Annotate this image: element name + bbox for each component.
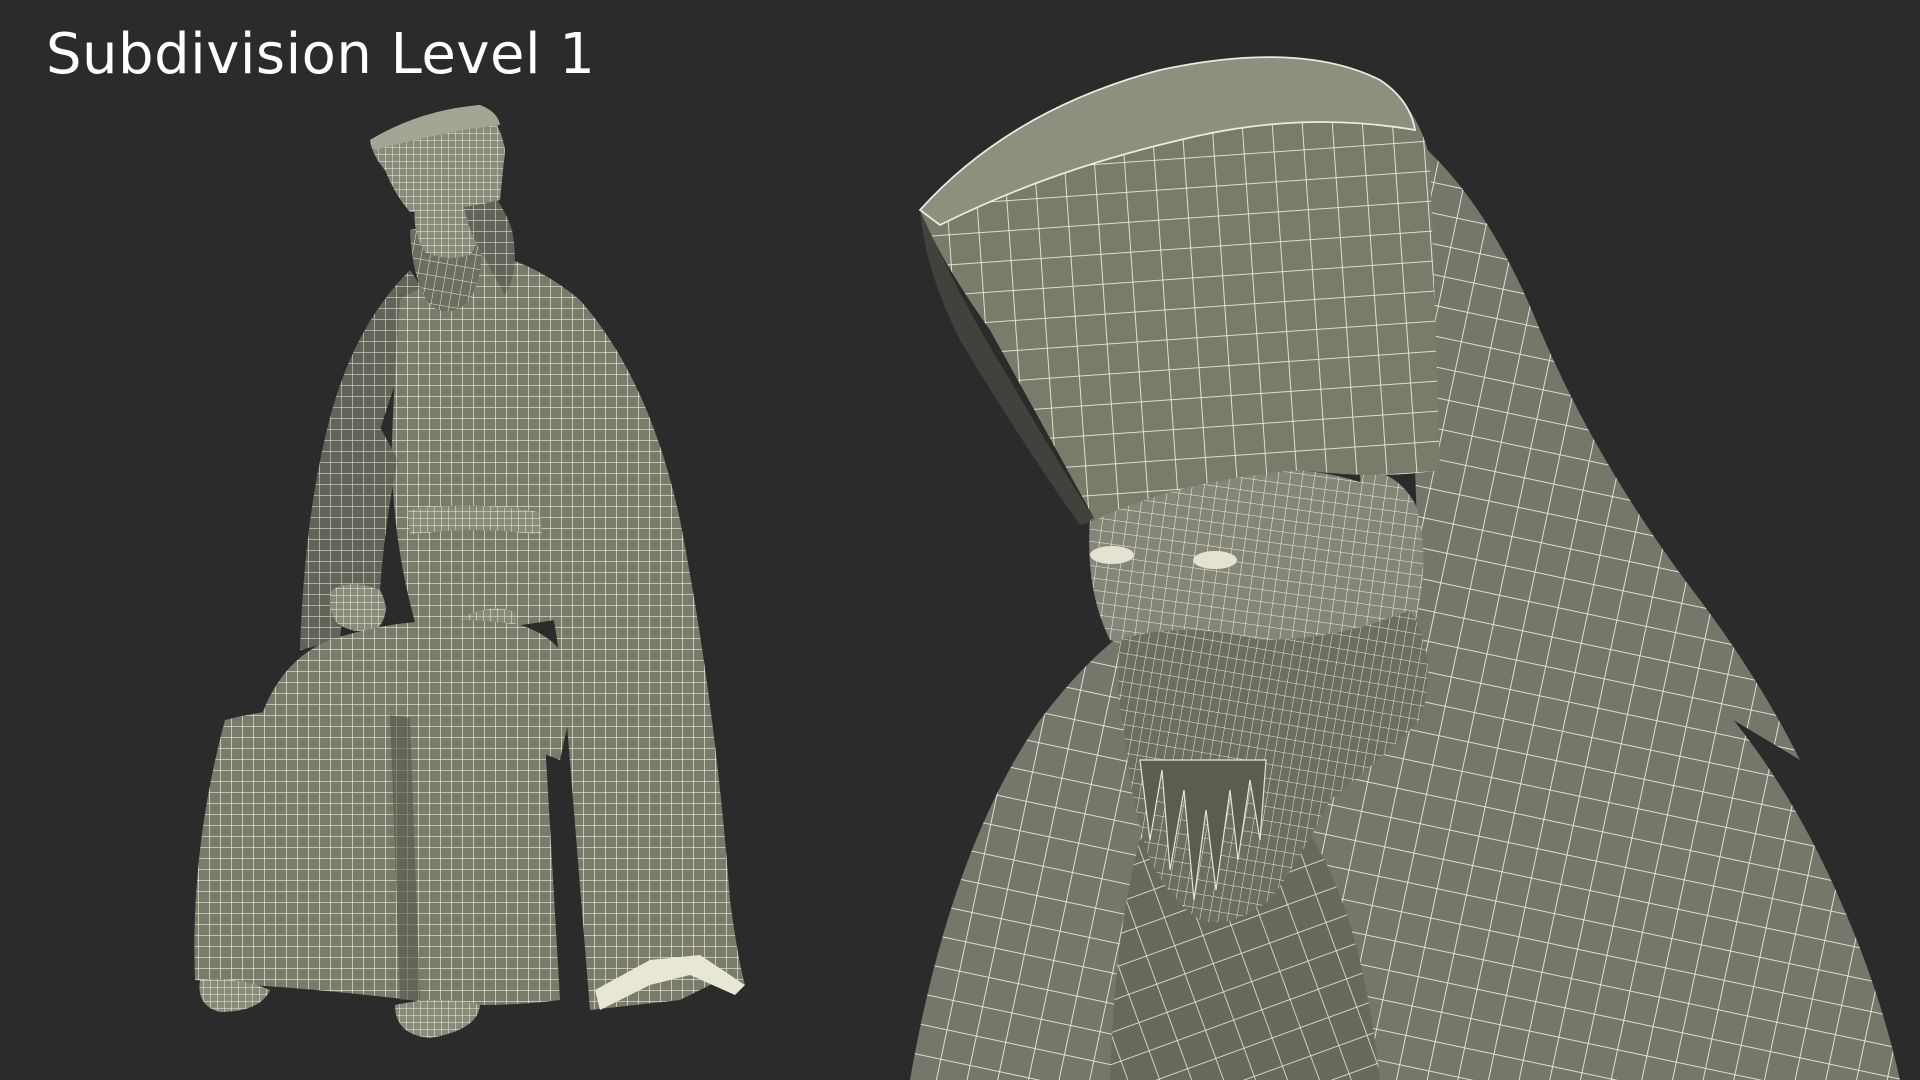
closeup-right-eye: [1193, 551, 1237, 569]
right-foot-mesh: [395, 1000, 480, 1038]
closeup-left-eye: [1090, 546, 1134, 564]
full-body-wireframe-view: [194, 105, 745, 1038]
closeup-head-wireframe-view: [910, 56, 1900, 1080]
render-canvas: Subdivision Level 1: [0, 0, 1920, 1080]
wireframe-render: [194, 56, 1900, 1080]
robe-skirt-mesh: [194, 708, 560, 1005]
subdivision-level-title: Subdivision Level 1: [46, 22, 596, 87]
